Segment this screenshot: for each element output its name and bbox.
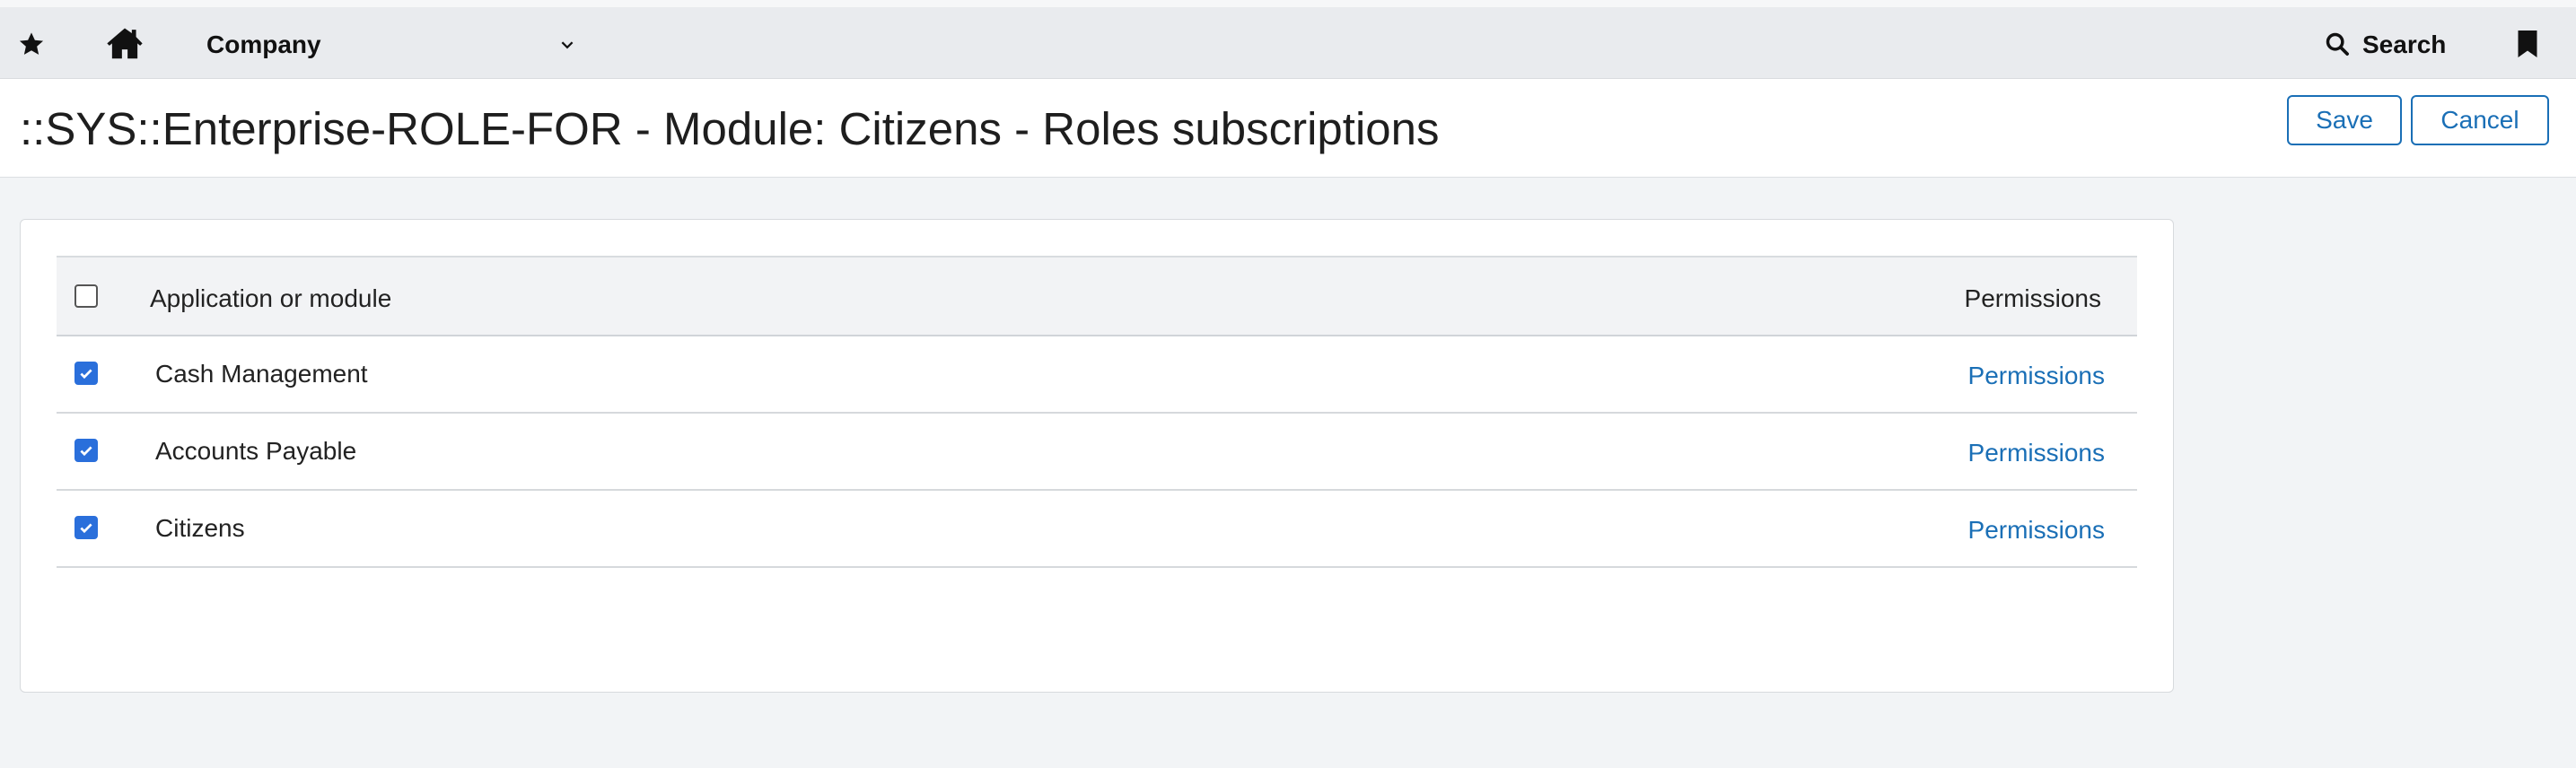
save-button[interactable]: Save [2287, 95, 2402, 145]
top-nav-bar: Company Search [0, 0, 2576, 79]
page-title: ::SYS::Enterprise-ROLE-FOR - Module: Cit… [20, 103, 1440, 154]
row-checkbox[interactable] [74, 439, 98, 462]
company-select[interactable]: Company [206, 23, 583, 66]
star-icon[interactable] [16, 29, 47, 59]
page-header: ::SYS::Enterprise-ROLE-FOR - Module: Cit… [0, 79, 2576, 178]
roles-table: Application or module Permissions Cash M… [57, 256, 2137, 568]
chevron-down-icon [558, 36, 576, 54]
row-module-name: Cash Management [155, 360, 368, 388]
search-icon [2325, 31, 2352, 58]
check-icon [80, 446, 92, 457]
cancel-button[interactable]: Cancel [2411, 95, 2549, 145]
row-module-name: Citizens [155, 514, 245, 542]
permissions-link[interactable]: Permissions [1968, 516, 2105, 545]
company-label: Company [206, 31, 321, 58]
search-button[interactable]: Search [2325, 23, 2459, 66]
row-checkbox[interactable] [74, 516, 98, 539]
check-icon [80, 369, 92, 380]
table-header: Application or module Permissions [57, 256, 2137, 336]
search-label: Search [2362, 31, 2447, 58]
row-module-name: Accounts Payable [155, 437, 357, 465]
check-icon [80, 523, 92, 534]
header-module: Application or module [150, 284, 392, 312]
home-icon[interactable] [104, 25, 145, 61]
row-checkbox[interactable] [74, 362, 98, 385]
table-row: Citizens Permissions [57, 491, 2137, 568]
table-row: Accounts Payable Permissions [57, 414, 2137, 491]
table-row: Cash Management Permissions [57, 336, 2137, 414]
header-permissions: Permissions [1964, 284, 2101, 312]
permissions-link[interactable]: Permissions [1968, 439, 2105, 467]
roles-card: Application or module Permissions Cash M… [20, 219, 2174, 693]
bookmark-icon[interactable] [2515, 27, 2540, 61]
select-all-checkbox[interactable] [74, 284, 98, 308]
permissions-link[interactable]: Permissions [1968, 362, 2105, 390]
